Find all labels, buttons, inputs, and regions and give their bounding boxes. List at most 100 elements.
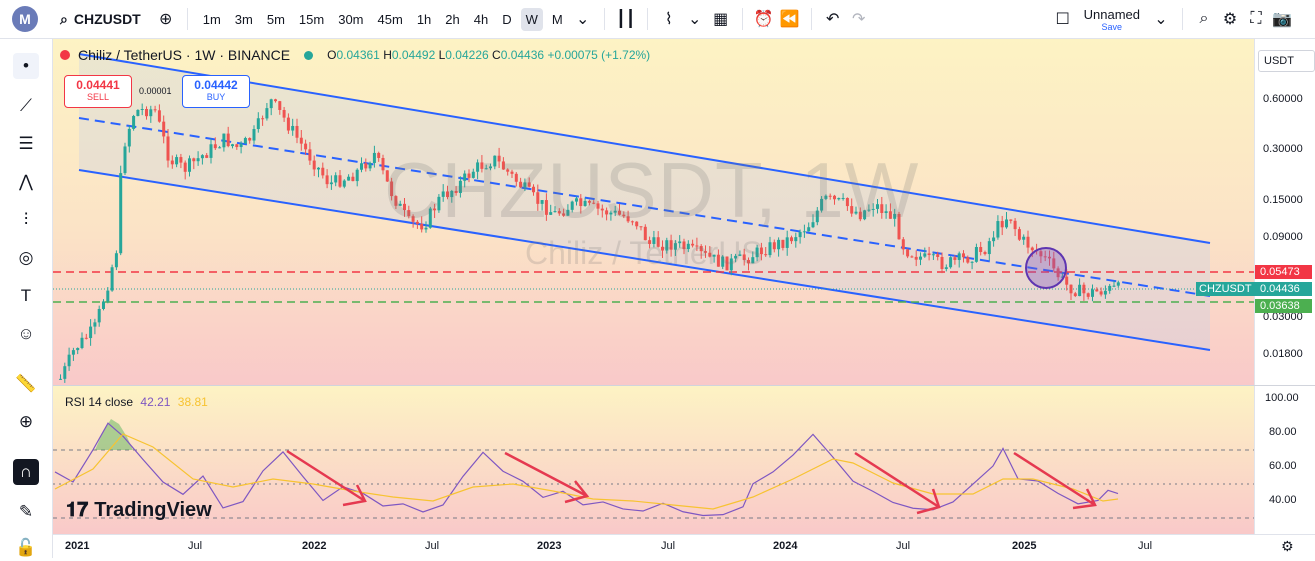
timeframe-30m[interactable]: 30m bbox=[333, 8, 368, 31]
timeframe-1h[interactable]: 1h bbox=[412, 8, 436, 31]
candle-body bbox=[222, 133, 226, 148]
emoji-icon[interactable]: ☺ bbox=[13, 321, 39, 347]
chevron-down-icon[interactable]: ⌄ bbox=[1148, 6, 1174, 32]
tradingview-logo: 𝟏𝟕 TradingView bbox=[66, 499, 212, 522]
candle-body bbox=[149, 109, 153, 117]
divider bbox=[741, 8, 743, 30]
buy-label: BUY bbox=[206, 92, 226, 102]
lock-icon[interactable]: 🔓 bbox=[13, 535, 39, 561]
candle-body bbox=[282, 109, 286, 118]
candle-body bbox=[1091, 289, 1094, 297]
redo-icon[interactable]: ↷ bbox=[846, 6, 872, 32]
time-axis[interactable]: 2021 Jul 2022 Jul 2023 Jul 2024 Jul 2025… bbox=[53, 534, 1315, 559]
time-tick: 2025 bbox=[1012, 540, 1037, 552]
sell-button[interactable]: 0.04441 SELL bbox=[64, 75, 132, 108]
zoom-in-icon[interactable]: ⊕ bbox=[13, 409, 39, 435]
quick-search-icon[interactable]: ⌕ bbox=[1191, 6, 1217, 32]
user-avatar[interactable]: M bbox=[12, 6, 38, 32]
drawing-toolbar: • ⟋ ☰ ⋀ ⫶ ◎ T ☺ 📏 ⊕ ∩ ✎ 🔓 bbox=[0, 39, 53, 558]
alert-icon[interactable]: ⏰ bbox=[751, 6, 777, 32]
timeframe-2h[interactable]: 2h bbox=[440, 8, 464, 31]
candles-chart-type-icon[interactable]: ┃┃ bbox=[613, 6, 639, 32]
cursor-dot-icon[interactable]: • bbox=[13, 53, 39, 79]
candle-body bbox=[1065, 276, 1069, 285]
candle-body bbox=[110, 267, 114, 291]
price-tick: 0.30000 bbox=[1263, 143, 1303, 155]
replay-icon[interactable]: ⏪ bbox=[777, 6, 803, 32]
candle-body bbox=[286, 117, 290, 131]
timeframe-4h[interactable]: 4h bbox=[469, 8, 493, 31]
timeframe-D[interactable]: D bbox=[497, 8, 516, 31]
chevron-down-icon[interactable]: ⌄ bbox=[682, 6, 708, 32]
settings-gear-icon[interactable]: ⚙ bbox=[1217, 6, 1243, 32]
layout-square-icon[interactable]: ☐ bbox=[1050, 6, 1076, 32]
rsi-axis[interactable]: 100.00 80.00 60.00 40.00 bbox=[1254, 386, 1315, 534]
sell-price: 0.04441 bbox=[76, 78, 120, 92]
magnet-icon[interactable]: ∩ bbox=[13, 459, 39, 485]
fib-retracement-icon[interactable]: ☰ bbox=[13, 131, 39, 157]
undo-icon[interactable]: ↶ bbox=[820, 6, 846, 32]
candle-body bbox=[291, 125, 295, 131]
candle-body bbox=[325, 175, 329, 185]
indicators-icon[interactable]: ⌇ bbox=[656, 6, 682, 32]
candle-body bbox=[140, 109, 144, 111]
timeframe-3m[interactable]: 3m bbox=[230, 8, 258, 31]
candle-body bbox=[76, 348, 80, 351]
candle-body bbox=[338, 175, 342, 187]
chart-pane[interactable] bbox=[53, 39, 1315, 558]
currency-selector[interactable]: USDT bbox=[1258, 50, 1315, 72]
price-tick: 0.15000 bbox=[1263, 194, 1303, 206]
candle-body bbox=[372, 152, 376, 164]
buy-price: 0.04442 bbox=[194, 78, 238, 92]
candle-body bbox=[136, 109, 140, 116]
candle-body bbox=[299, 137, 303, 144]
timeframe-M[interactable]: M bbox=[547, 8, 568, 31]
legend-title[interactable]: Chiliz / TetherUS · 1W · BINANCE bbox=[78, 47, 290, 63]
candle-body bbox=[1078, 284, 1082, 297]
candle-body bbox=[1009, 219, 1013, 221]
candle-body bbox=[321, 167, 325, 176]
pattern-icon[interactable]: ⋀ bbox=[13, 169, 39, 195]
rsi-label[interactable]: RSI 14 close bbox=[65, 395, 133, 409]
rsi-ma-value: 38.81 bbox=[177, 395, 208, 409]
symbol-search[interactable]: ⌕ CHZUSDT bbox=[60, 11, 141, 28]
timeframe-1m[interactable]: 1m bbox=[198, 8, 226, 31]
candle-body bbox=[252, 129, 256, 141]
candle-body bbox=[106, 290, 110, 302]
templates-grid-icon[interactable]: ▦ bbox=[708, 6, 734, 32]
candle-body bbox=[966, 257, 970, 263]
candle-body bbox=[1013, 220, 1017, 230]
forecast-icon[interactable]: ⫶ bbox=[13, 207, 39, 233]
candle-body bbox=[940, 256, 944, 269]
buy-button[interactable]: 0.04442 BUY bbox=[182, 75, 250, 108]
compare-add-icon[interactable]: ⊕ bbox=[153, 6, 179, 32]
sell-label: SELL bbox=[86, 92, 110, 102]
snapshot-camera-icon[interactable]: 📷 bbox=[1269, 6, 1295, 32]
candle-body bbox=[910, 256, 914, 258]
timeframe-45m[interactable]: 45m bbox=[373, 8, 408, 31]
layout-name-button[interactable]: Unnamed Save bbox=[1084, 7, 1140, 32]
rsi-value: 42.21 bbox=[140, 395, 171, 409]
search-icon: ⌕ bbox=[60, 10, 68, 27]
timeframe-15m[interactable]: 15m bbox=[294, 8, 329, 31]
timeframe-W[interactable]: W bbox=[520, 7, 543, 31]
timeframe-5m[interactable]: 5m bbox=[262, 8, 290, 31]
candle-body bbox=[304, 143, 308, 150]
lock-drawing-icon[interactable]: ✎ bbox=[13, 499, 39, 525]
fullscreen-icon[interactable]: ⛶ bbox=[1243, 6, 1269, 32]
text-tool-icon[interactable]: T bbox=[13, 283, 39, 309]
price-axis[interactable]: 0.60000 0.30000 0.15000 0.09000 0.03000 … bbox=[1254, 39, 1315, 385]
candle-body bbox=[1095, 289, 1099, 292]
candle-body bbox=[944, 267, 948, 269]
candle-body bbox=[1005, 219, 1008, 228]
market-status-icon bbox=[304, 50, 314, 60]
time-settings-icon[interactable]: ⚙ bbox=[1281, 538, 1294, 555]
brush-icon[interactable]: ◎ bbox=[13, 245, 39, 271]
candle-body bbox=[80, 337, 84, 349]
candle-body bbox=[1112, 285, 1116, 287]
ruler-icon[interactable]: 📏 bbox=[13, 371, 39, 397]
candle-body bbox=[175, 157, 179, 165]
chart-canvas[interactable] bbox=[53, 39, 1315, 558]
trend-line-icon[interactable]: ⟋ bbox=[13, 93, 39, 119]
chevron-down-icon[interactable]: ⌄ bbox=[570, 6, 596, 32]
